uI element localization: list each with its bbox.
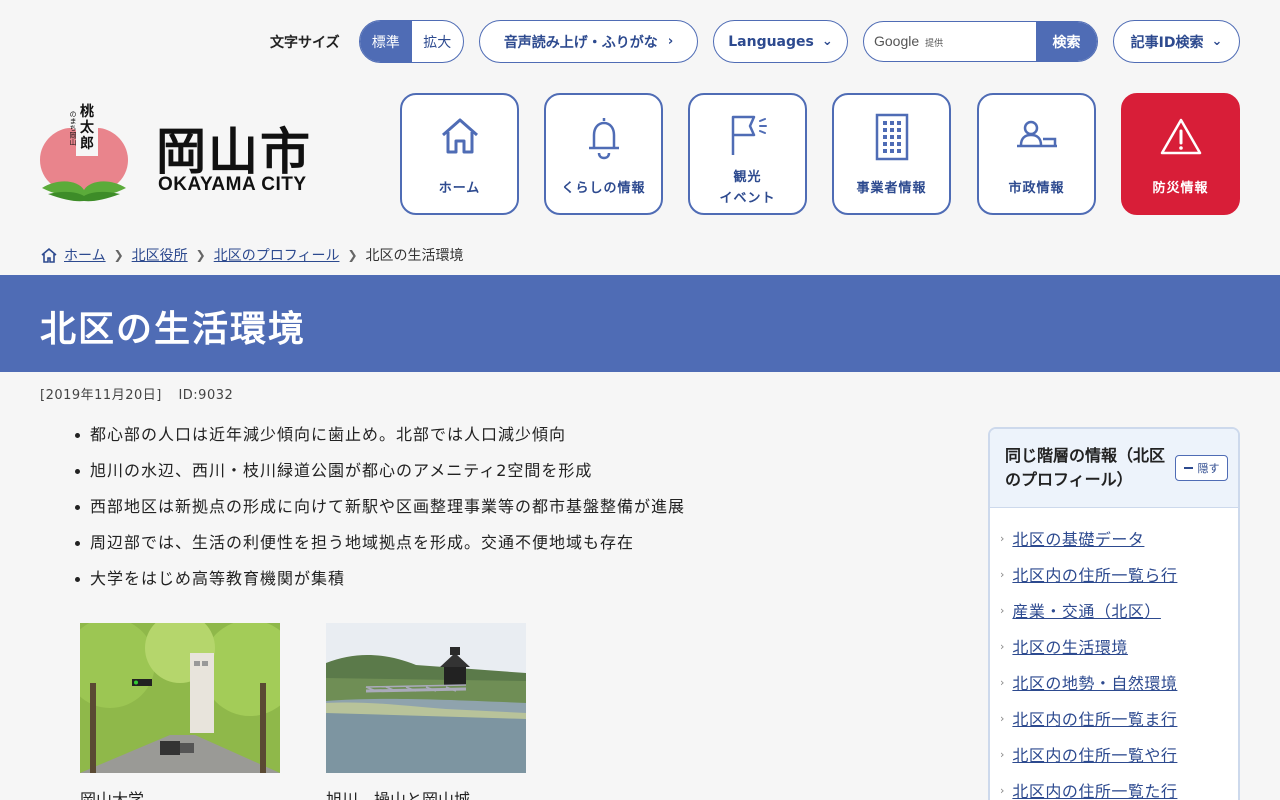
chevron-right-icon: › <box>1000 531 1005 545</box>
svg-text:郎: 郎 <box>80 135 94 152</box>
sibling-page-link[interactable]: 北区内の住所一覧た行 <box>1012 778 1177 800</box>
summary-list: 都心部の人口は近年減少傾向に歯止め。北部では人口減少傾向 旭川の水辺、西川・枝川… <box>70 424 685 604</box>
article-id-search-label: 記事ID検索 <box>1130 34 1204 51</box>
nav-disaster[interactable]: 防災情報 <box>1121 93 1240 215</box>
nav-city-admin[interactable]: 市政情報 <box>977 93 1096 215</box>
page-title-banner: 北区の生活環境 <box>0 275 1280 372</box>
sibling-page-link[interactable]: 北区の生活環境 <box>1012 634 1128 658</box>
read-aloud-button[interactable]: 音声読み上げ・ふりがな › <box>479 20 698 63</box>
chevron-right-icon: › <box>667 34 674 49</box>
list-item: › 北区内の住所一覧ま行 <box>990 700 1238 736</box>
chevron-down-icon: ⌄ <box>1211 34 1223 49</box>
languages-label: Languages <box>728 33 814 50</box>
photo-caption: 旭川、操山と岡山城 <box>326 790 471 800</box>
chevron-right-icon: › <box>1000 675 1005 689</box>
font-size-large-button[interactable]: 拡大 <box>412 21 464 62</box>
nav-business-label: 事業者情報 <box>856 181 927 196</box>
building-icon <box>834 113 949 161</box>
asahi-river-castle-photo <box>326 623 526 773</box>
home-icon <box>41 247 57 263</box>
sibling-page-link[interactable]: 北区内の住所一覧ら行 <box>1012 562 1177 586</box>
breadcrumb-kita-ward-profile[interactable]: 北区のプロフィール <box>214 245 340 265</box>
search-input[interactable] <box>864 22 1037 61</box>
momotaro-peach-logo-icon: 桃 太 郎 のまち岡山 <box>40 100 128 202</box>
read-aloud-label: 音声読み上げ・ふりがな <box>503 34 658 51</box>
svg-text:太: 太 <box>80 119 95 136</box>
okayama-university-photo <box>80 623 280 773</box>
article-id-search-button[interactable]: 記事ID検索 ⌄ <box>1113 20 1240 63</box>
article-id: ID:9032 <box>178 388 234 403</box>
list-item: 旭川の水辺、西川・枝川緑道公園が都心のアメニティ2空間を形成 <box>70 460 685 496</box>
font-size-toggle: 標準 拡大 <box>359 20 464 63</box>
list-item: 周辺部では、生活の利便性を担う地域拠点を形成。交通不便地域も存在 <box>70 532 685 568</box>
chevron-right-icon: › <box>1000 711 1005 725</box>
city-name-en: OKAYAMA CITY <box>158 174 307 195</box>
chevron-right-icon: ❯ <box>347 248 358 262</box>
nav-tourism-label-line1: 観光 <box>733 170 762 185</box>
chevron-right-icon: › <box>1000 747 1005 761</box>
nav-tourism-label: 観光 イベント <box>690 167 805 209</box>
site-search: Google 提供 検索 <box>863 21 1098 62</box>
nav-tourism[interactable]: 観光 イベント <box>688 93 807 215</box>
chevron-right-icon: › <box>1000 603 1005 617</box>
chevron-right-icon: › <box>1000 567 1005 581</box>
chevron-down-icon: ⌄ <box>821 34 833 49</box>
sibling-pages-panel: 同じ階層の情報（北区のプロフィール） 隠す › 北区の基礎データ › 北区内の住所一… <box>988 427 1240 800</box>
sibling-page-link[interactable]: 北区の地勢・自然環境 <box>1012 670 1177 694</box>
nav-home-label: ホーム <box>438 181 481 196</box>
font-size-standard-button[interactable]: 標準 <box>360 21 412 62</box>
hide-panel-button[interactable]: 隠す <box>1175 455 1228 481</box>
list-item: 西部地区は新拠点の形成に向けて新駅や区画整理事業等の都市基盤整備が進展 <box>70 496 685 532</box>
nav-home[interactable]: ホーム <box>400 93 519 215</box>
languages-button[interactable]: Languages ⌄ <box>713 20 848 63</box>
utility-bar: 文字サイズ 標準 拡大 音声読み上げ・ふりがな › Languages ⌄ Go… <box>0 20 1280 64</box>
nav-tourism-label-line2: イベント <box>719 191 776 206</box>
minus-icon <box>1183 467 1193 469</box>
sibling-pages-header: 同じ階層の情報（北区のプロフィール） 隠す <box>990 429 1238 508</box>
site-logo[interactable]: 桃 太 郎 のまち岡山 岡山市 OKAYAMA CITY <box>38 100 338 210</box>
list-item: 大学をはじめ高等教育機関が集積 <box>70 568 685 604</box>
photo-caption: 岡山大学 <box>80 790 145 800</box>
hide-panel-label: 隠す <box>1197 462 1220 475</box>
sibling-page-link[interactable]: 産業・交通（北区） <box>1012 598 1161 622</box>
font-size-label: 文字サイズ <box>270 35 340 51</box>
sibling-pages-list: › 北区の基礎データ › 北区内の住所一覧ら行 › 産業・交通（北区） › 北区の生活環… <box>990 508 1238 800</box>
list-item: › 産業・交通（北区） <box>990 592 1238 628</box>
breadcrumb-home[interactable]: ホーム <box>64 245 106 265</box>
chevron-right-icon: ❯ <box>113 248 124 262</box>
breadcrumb: ホーム ❯ 北区役所 ❯ 北区のプロフィール ❯ 北区の生活環境 <box>40 245 464 265</box>
nav-living-label: くらしの情報 <box>561 181 646 196</box>
nav-disaster-label: 防災情報 <box>1152 181 1209 196</box>
article-meta: [2019年11月20日] ID:9032 <box>40 384 233 403</box>
sibling-page-link[interactable]: 北区の基礎データ <box>1012 526 1144 550</box>
person-desk-icon <box>979 119 1094 165</box>
sibling-page-link[interactable]: 北区内の住所一覧ま行 <box>1012 706 1177 730</box>
list-item: › 北区の生活環境 <box>990 628 1238 664</box>
article-date: [2019年11月20日] <box>40 388 162 403</box>
breadcrumb-kita-ward-office[interactable]: 北区役所 <box>132 245 188 265</box>
search-button[interactable]: 検索 <box>1036 22 1097 61</box>
list-item: › 北区内の住所一覧や行 <box>990 736 1238 772</box>
chevron-right-icon: › <box>1000 783 1005 797</box>
warning-icon <box>1123 117 1238 163</box>
list-item: › 北区の地勢・自然環境 <box>990 664 1238 700</box>
bell-icon <box>546 115 661 161</box>
flag-icon <box>690 113 805 159</box>
list-item: › 北区内の住所一覧ら行 <box>990 556 1238 592</box>
nav-living[interactable]: くらしの情報 <box>544 93 663 215</box>
list-item: › 北区内の住所一覧た行 <box>990 772 1238 800</box>
nav-business[interactable]: 事業者情報 <box>832 93 951 215</box>
page-title: 北区の生活環境 <box>40 309 307 350</box>
sibling-pages-title: 同じ階層の情報（北区のプロフィール） <box>1005 446 1166 489</box>
breadcrumb-current: 北区の生活環境 <box>365 248 464 264</box>
chevron-right-icon: › <box>1000 639 1005 653</box>
svg-text:桃: 桃 <box>80 103 94 120</box>
nav-city-admin-label: 市政情報 <box>1008 181 1065 196</box>
chevron-right-icon: ❯ <box>195 248 206 262</box>
home-icon <box>402 115 517 161</box>
svg-text:のまち岡山: のまち岡山 <box>69 111 77 147</box>
list-item: 都心部の人口は近年減少傾向に歯止め。北部では人口減少傾向 <box>70 424 685 460</box>
sibling-page-link[interactable]: 北区内の住所一覧や行 <box>1012 742 1177 766</box>
list-item: › 北区の基礎データ <box>990 520 1238 556</box>
